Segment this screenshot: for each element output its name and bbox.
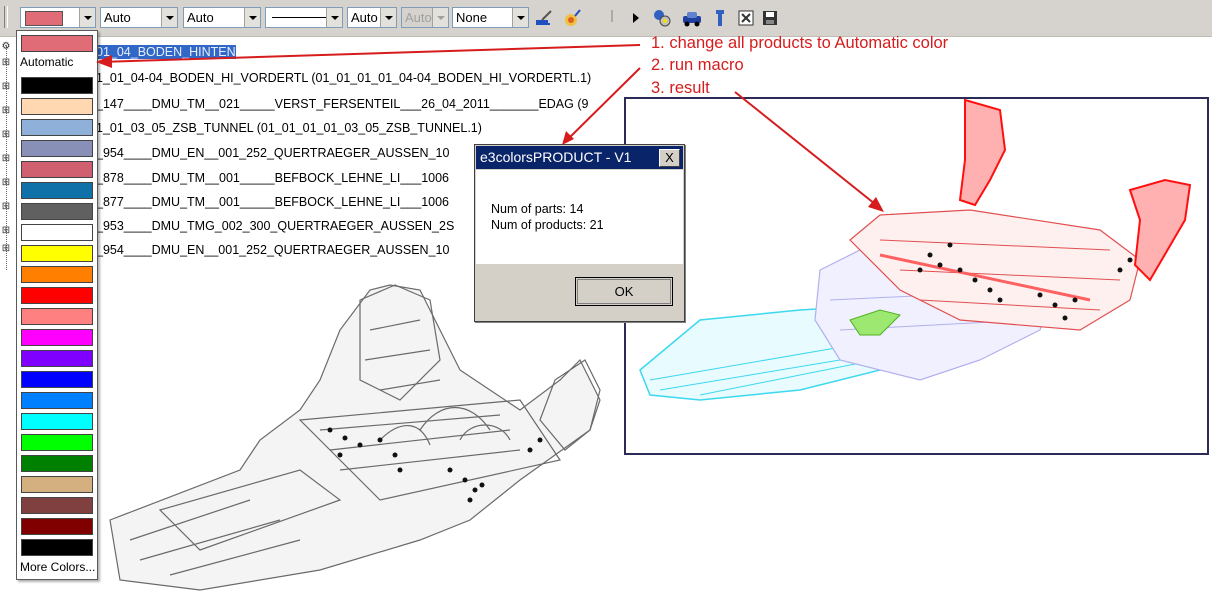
dialog-titlebar[interactable]: e3colorsPRODUCT - V1 X <box>476 146 683 169</box>
palette-swatch[interactable] <box>21 539 93 556</box>
palette-swatch[interactable] <box>21 392 93 409</box>
palette-swatch[interactable] <box>21 77 93 94</box>
palette-swatch[interactable] <box>21 329 93 346</box>
parts-count-text: Num of parts: 14 <box>491 202 584 216</box>
color-palette-dropdown[interactable]: Automatic More Colors... <box>16 30 98 580</box>
annotation-step3: 3. result <box>651 79 710 97</box>
palette-swatch[interactable] <box>21 224 93 241</box>
palette-swatch[interactable] <box>21 245 93 262</box>
palette-swatch[interactable] <box>21 308 93 325</box>
products-count-text: Num of products: 21 <box>491 218 604 232</box>
palette-swatch[interactable] <box>21 455 93 472</box>
result-frame <box>624 97 1209 455</box>
palette-swatch[interactable] <box>21 98 93 115</box>
automatic-color-option[interactable]: Automatic <box>20 55 73 69</box>
palette-swatch[interactable] <box>21 182 93 199</box>
palette-current-color[interactable] <box>21 35 93 52</box>
close-button[interactable]: X <box>659 149 680 167</box>
annotation-step2: 2. run macro <box>651 56 744 74</box>
palette-swatch[interactable] <box>21 518 93 535</box>
palette-swatch[interactable] <box>21 287 93 304</box>
palette-swatch[interactable] <box>21 140 93 157</box>
more-colors-option[interactable]: More Colors... <box>20 560 95 574</box>
palette-swatch[interactable] <box>21 497 93 514</box>
palette-swatch[interactable] <box>21 476 93 493</box>
palette-swatch[interactable] <box>21 266 93 283</box>
palette-swatch[interactable] <box>21 371 93 388</box>
dialog-message-area: Num of parts: 14 Num of products: 21 <box>476 170 683 264</box>
palette-swatch[interactable] <box>21 350 93 367</box>
annotation-step1: 1. change all products to Automatic colo… <box>651 34 949 52</box>
palette-swatch[interactable] <box>21 119 93 136</box>
palette-swatch[interactable] <box>21 161 93 178</box>
palette-swatch[interactable] <box>21 413 93 430</box>
macro-result-dialog: e3colorsPRODUCT - V1 X Num of parts: 14 … <box>474 144 685 322</box>
palette-swatch[interactable] <box>21 203 93 220</box>
palette-swatch[interactable] <box>21 434 93 451</box>
dialog-title: e3colorsPRODUCT - V1 <box>480 149 632 165</box>
gray-body-model <box>109 284 601 591</box>
ok-button[interactable]: OK <box>575 277 673 306</box>
